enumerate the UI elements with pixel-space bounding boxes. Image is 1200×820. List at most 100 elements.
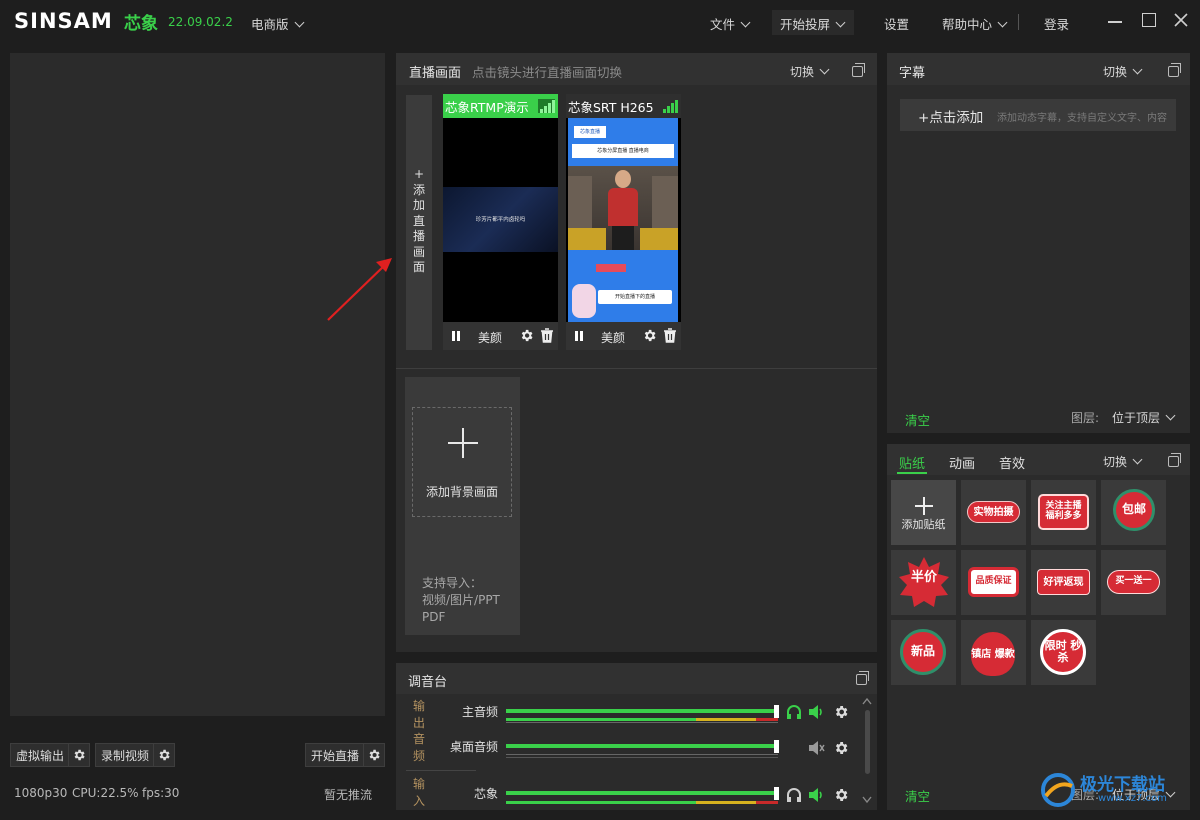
popout-icon[interactable]: [1168, 453, 1181, 467]
scroll-down-icon[interactable]: [862, 796, 872, 804]
live-scene-title: 直播画面: [409, 66, 462, 81]
scene-card-rtmp[interactable]: 芯象RTMP演示 珍芳片都平内卤轮吗 美颜: [443, 94, 558, 350]
gear-icon: [159, 749, 170, 761]
scene-thumbnail: 芯象直播 芯象分屏直播 直播电商 开始直播下的直播: [568, 118, 678, 322]
record-video-button[interactable]: 录制视频: [95, 743, 156, 767]
beauty-button[interactable]: 美颜: [601, 329, 625, 346]
scene-controls: 美颜: [566, 322, 681, 350]
edition-dropdown[interactable]: 电商版: [251, 14, 304, 33]
menu-help[interactable]: 帮助中心: [942, 14, 1008, 33]
add-background-button[interactable]: 添加背景画面: [412, 407, 512, 517]
scene-card-srt[interactable]: 芯象SRT H265 芯象直播 芯象分屏直播 直播电商 开始直播下的直播 美颜: [566, 94, 681, 350]
divider: [406, 770, 476, 771]
minimize-icon[interactable]: [1108, 21, 1122, 23]
gear-icon[interactable]: [519, 328, 534, 343]
mixer-title: 调音台: [408, 675, 448, 690]
close-icon[interactable]: [1174, 13, 1188, 27]
headphones-icon[interactable]: [786, 704, 802, 720]
stat-resolution: 1080p30: [14, 786, 68, 800]
gear-icon[interactable]: [833, 740, 849, 756]
sticker-item[interactable]: 买一送一: [1101, 550, 1166, 615]
sticker-item[interactable]: 限时 秒杀: [1031, 620, 1096, 685]
virtual-output-settings[interactable]: [68, 743, 90, 767]
add-sticker-button[interactable]: 添加贴纸: [891, 480, 956, 545]
output-audio-label: 输 出 音 频: [412, 699, 425, 763]
record-settings[interactable]: [153, 743, 175, 767]
tab-animation[interactable]: 动画: [949, 453, 975, 472]
sticker-item[interactable]: 新品: [891, 620, 956, 685]
sticker-item[interactable]: 品质保证: [961, 550, 1026, 615]
gear-icon[interactable]: [833, 787, 849, 803]
popout-icon[interactable]: [1168, 63, 1181, 77]
menu-settings[interactable]: 设置: [884, 14, 909, 33]
pause-icon[interactable]: [452, 331, 455, 341]
sticker-item[interactable]: 镇店 爆款: [961, 620, 1026, 685]
virtual-output-button[interactable]: 虚拟输出: [10, 743, 71, 767]
chevron-down-icon: [1132, 64, 1143, 75]
sticker-item[interactable]: 半价: [891, 550, 956, 615]
sticker-item[interactable]: 实物拍摄: [961, 480, 1026, 545]
gear-icon: [369, 749, 380, 761]
speaker-icon[interactable]: [808, 787, 825, 803]
divider: [1018, 14, 1019, 30]
title-bar: SINSAM 芯象 22.09.02.2 电商版 文件 开始投屏 设置 帮助中心…: [0, 0, 1200, 44]
scene-controls: 美颜: [443, 322, 558, 350]
popout-icon[interactable]: [856, 671, 869, 685]
sticker-switch[interactable]: 切换: [1103, 453, 1143, 470]
tab-sticker[interactable]: 贴纸: [899, 453, 925, 472]
app-logo-cn: 芯象: [124, 14, 158, 34]
sticker-item[interactable]: 关注主播 福利多多: [1031, 480, 1096, 545]
popout-icon[interactable]: [852, 63, 865, 77]
start-live-button[interactable]: 开始直播: [305, 743, 366, 767]
sticker-clear-button[interactable]: 清空: [905, 786, 930, 805]
gear-icon[interactable]: [642, 328, 657, 343]
sticker-item[interactable]: 好评返现: [1031, 550, 1096, 615]
pause-icon[interactable]: [457, 331, 460, 341]
beauty-button[interactable]: 美颜: [478, 329, 502, 346]
chevron-down-icon: [835, 17, 846, 28]
subtitle-clear-button[interactable]: 清空: [905, 410, 930, 429]
channel-slider-input[interactable]: [506, 787, 782, 809]
pause-icon[interactable]: [580, 331, 583, 341]
maximize-icon[interactable]: [1142, 13, 1156, 27]
channel-slider-main[interactable]: [506, 705, 782, 727]
live-settings[interactable]: [363, 743, 385, 767]
active-tab-indicator: [897, 472, 927, 474]
add-live-scene-button[interactable]: + 添 加 直 播 画 面: [406, 95, 432, 350]
sticker-item[interactable]: 包邮: [1101, 480, 1166, 545]
headphones-icon[interactable]: [786, 787, 802, 803]
app-version: 22.09.02.2: [168, 15, 233, 29]
menu-file[interactable]: 文件: [710, 14, 751, 33]
tab-sound-effect[interactable]: 音效: [999, 453, 1025, 472]
subtitle-switch[interactable]: 切换: [1103, 63, 1143, 80]
gear-icon: [74, 749, 85, 761]
live-scene-switch[interactable]: 切换: [790, 63, 830, 80]
mixer-header: [396, 663, 877, 694]
chevron-down-icon: [740, 17, 751, 28]
signal-icon: [538, 99, 555, 113]
add-background-card[interactable]: 添加背景画面 支持导入： 视频/图片/PPT PDF: [405, 377, 520, 635]
channel-name: 主音频: [461, 705, 498, 719]
subtitle-title: 字幕: [899, 66, 926, 81]
input-audio-label: 输 入: [412, 777, 425, 808]
mixer-scrollbar[interactable]: [865, 710, 870, 774]
import-hint: 支持导入： 视频/图片/PPT PDF: [422, 576, 500, 624]
cartoon-avatar: [572, 284, 596, 318]
divider: [396, 368, 877, 369]
scene-thumbnail: 珍芳片都平内卤轮吗: [443, 187, 558, 252]
add-subtitle-button[interactable]: +点击添加 添加动态字幕，支持自定义文字、内容: [900, 99, 1176, 131]
speaker-muted-icon[interactable]: [808, 740, 825, 756]
speaker-icon[interactable]: [808, 704, 825, 720]
program-preview[interactable]: [10, 53, 385, 716]
gear-icon[interactable]: [833, 704, 849, 720]
signal-icon: [661, 99, 678, 113]
trash-icon[interactable]: [540, 328, 554, 343]
channel-name: 芯象: [473, 787, 498, 801]
start-cast-dropdown[interactable]: 开始投屏: [772, 10, 854, 35]
scroll-up-icon[interactable]: [862, 697, 872, 705]
trash-icon[interactable]: [663, 328, 677, 343]
channel-slider-desktop[interactable]: [506, 740, 782, 762]
login-button[interactable]: 登录: [1044, 14, 1069, 33]
pause-icon[interactable]: [575, 331, 578, 341]
subtitle-layer-select[interactable]: 位于顶层: [1112, 409, 1176, 426]
